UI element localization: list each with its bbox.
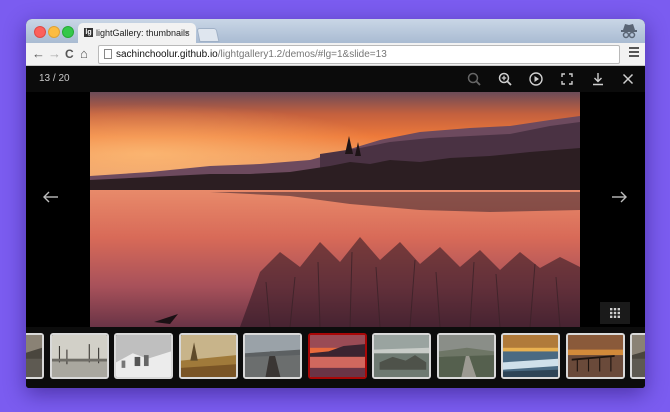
- thumbnail-image: [632, 335, 645, 377]
- close-icon[interactable]: [620, 71, 636, 87]
- url-host: sachinchoolur.github.io: [116, 49, 218, 60]
- thumbnail-image: [374, 335, 429, 377]
- back-icon[interactable]: ←: [32, 46, 45, 62]
- zoom-out-icon[interactable]: [466, 71, 482, 87]
- main-photo: [90, 92, 580, 327]
- thumbnail[interactable]: [630, 333, 645, 379]
- browser-window: lg lightGallery: thumbnails × ← → C ⌂ sa…: [26, 19, 645, 388]
- incognito-icon[interactable]: [619, 21, 639, 41]
- browser-tab[interactable]: lg lightGallery: thumbnails ×: [78, 23, 196, 43]
- page-icon: [104, 49, 112, 59]
- address-bar[interactable]: sachinchoolur.github.io/lightgallery1.2/…: [98, 45, 620, 64]
- zoom-in-icon[interactable]: [497, 71, 513, 87]
- thumbnail[interactable]: [372, 333, 431, 379]
- thumbnail-image: [116, 335, 171, 377]
- window-close-button[interactable]: [34, 26, 46, 38]
- tab-title: lightGallery: thumbnails: [96, 28, 190, 38]
- thumbnail-toggle-button[interactable]: [600, 302, 630, 324]
- fullscreen-icon[interactable]: [559, 71, 575, 87]
- thumbnail-image: [51, 335, 107, 377]
- thumbnail[interactable]: [178, 333, 238, 379]
- thumbnail[interactable]: [114, 333, 173, 379]
- thumbnail-image: [26, 335, 42, 377]
- thumbnail-image: [438, 335, 494, 377]
- tab-strip: lg lightGallery: thumbnails ×: [26, 19, 645, 43]
- url-path: /lightgallery1.2/demos/#lg=1&slide=13: [217, 49, 387, 60]
- browser-toolbar: ← → C ⌂ sachinchoolur.github.io/lightgal…: [26, 43, 645, 66]
- thumbnail[interactable]: [26, 333, 44, 379]
- window-minimize-button[interactable]: [48, 26, 60, 38]
- lightbox-viewer: 13 / 20: [26, 66, 645, 327]
- tab-close-icon[interactable]: ×: [185, 23, 190, 43]
- lightgallery-favicon-icon: lg: [84, 28, 93, 37]
- thumbnail-image: [309, 335, 365, 377]
- new-tab-button[interactable]: [196, 28, 220, 42]
- download-icon[interactable]: [590, 71, 606, 87]
- thumbnail-active[interactable]: [307, 333, 367, 379]
- prev-arrow-icon[interactable]: [39, 185, 63, 209]
- thumbnail[interactable]: [49, 333, 109, 379]
- gallery-toolbar: 13 / 20: [26, 66, 645, 92]
- thumbnail-image: [180, 335, 236, 377]
- thumbnail[interactable]: [501, 333, 560, 379]
- thumbnail-image: [503, 335, 558, 377]
- url-text: sachinchoolur.github.io/lightgallery1.2/…: [116, 46, 387, 63]
- thumbnail[interactable]: [436, 333, 496, 379]
- menu-icon[interactable]: [629, 47, 639, 59]
- next-arrow-icon[interactable]: [607, 185, 631, 209]
- thumbnail-image: [245, 335, 300, 377]
- home-icon[interactable]: ⌂: [80, 46, 88, 62]
- thumbnail-strip: [26, 327, 645, 388]
- reload-icon[interactable]: C: [65, 46, 74, 62]
- thumbnail-image: [567, 335, 623, 377]
- window-maximize-button[interactable]: [62, 26, 74, 38]
- thumbnail[interactable]: [243, 333, 302, 379]
- grid-icon: [610, 308, 620, 318]
- autoplay-icon[interactable]: [528, 71, 544, 87]
- slide-counter: 13 / 20: [39, 73, 70, 84]
- thumbnail[interactable]: [565, 333, 625, 379]
- forward-icon[interactable]: →: [48, 46, 61, 62]
